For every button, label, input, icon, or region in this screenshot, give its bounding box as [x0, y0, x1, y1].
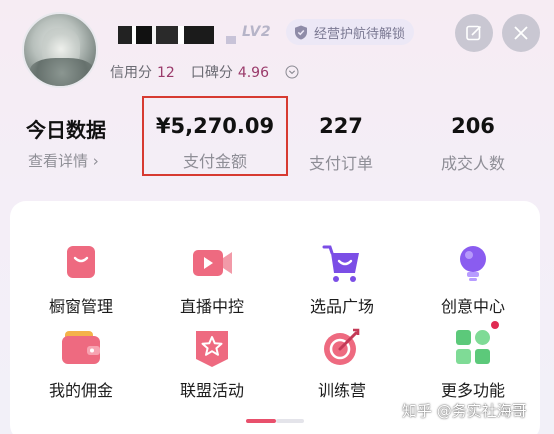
tool-label: 选品广场 [309, 297, 374, 316]
shop-window-icon [59, 241, 103, 285]
close-icon [514, 26, 528, 40]
avatar[interactable] [22, 12, 98, 88]
tool-training-camp[interactable]: 训练营 [277, 325, 407, 401]
tool-alliance-activity[interactable]: 联盟活动 [147, 325, 277, 401]
stat-value: ¥5,270.09 [155, 114, 275, 138]
level-badge: LV2 [242, 24, 272, 40]
live-video-icon [190, 241, 234, 285]
tool-shop-window[interactable]: 橱窗管理 [16, 241, 146, 317]
credit-score[interactable]: 信用分 12 [110, 62, 175, 82]
stat-label: 支付金额 [182, 152, 247, 171]
tool-more-features[interactable]: 更多功能 [408, 321, 538, 401]
score-row: 信用分 12 口碑分 4.96 [110, 62, 299, 82]
guard-badge-label: 经营护航待解锁 [314, 26, 406, 42]
shield-icon [295, 25, 307, 39]
shopping-cart-icon [320, 241, 364, 285]
stat-buyers[interactable]: 206 成交人数 [430, 114, 516, 174]
guard-badge[interactable]: 经营护航待解锁 [286, 19, 414, 45]
lightbulb-icon [451, 241, 495, 285]
tool-label: 联盟活动 [179, 381, 244, 400]
stat-value: 206 [451, 114, 495, 138]
tool-label: 我的佣金 [48, 381, 113, 400]
stat-paid-orders[interactable]: 227 支付订单 [296, 114, 386, 174]
credit-value: 12 [157, 65, 175, 81]
page-indicator [246, 419, 304, 423]
grid-apps-icon [451, 321, 499, 369]
tool-label: 橱窗管理 [48, 297, 113, 316]
today-data-title: 今日数据 [26, 118, 106, 142]
tool-my-commission[interactable]: 我的佣金 [16, 325, 146, 401]
page-indicator-inactive [276, 419, 304, 423]
notification-dot [491, 321, 499, 329]
wallet-icon [59, 325, 103, 369]
credit-label: 信用分 [110, 65, 152, 81]
reputation-label: 口碑分 [190, 65, 233, 81]
stat-value: 227 [319, 114, 363, 138]
edit-icon [466, 25, 482, 41]
avatar-blur [30, 58, 94, 86]
stat-label: 支付订单 [308, 154, 373, 173]
reputation-value: 4.96 [237, 65, 269, 81]
reputation-score[interactable]: 口碑分 4.96 [191, 62, 269, 82]
edit-button[interactable] [455, 14, 493, 52]
close-button[interactable] [502, 14, 540, 52]
tool-label: 直播中控 [179, 297, 244, 316]
tool-product-square[interactable]: 选品广场 [277, 241, 407, 317]
view-details-link[interactable]: 查看详情 › [28, 150, 99, 171]
stat-payment-amount[interactable]: ¥5,270.09 支付金额 [142, 96, 288, 176]
tool-creative-center[interactable]: 创意中心 [408, 241, 538, 317]
username-redacted-tail [226, 36, 236, 44]
tool-label: 更多功能 [440, 381, 505, 400]
page-indicator-active [246, 419, 276, 423]
tool-label: 创意中心 [440, 297, 505, 316]
target-icon [320, 325, 364, 369]
star-badge-icon [190, 325, 234, 369]
tool-label: 训练营 [317, 381, 366, 400]
stat-label: 成交人数 [440, 154, 505, 173]
watermark: 知乎 @务实社海哥 [402, 402, 527, 420]
username-redacted [118, 26, 214, 44]
tool-live-control[interactable]: 直播中控 [147, 241, 277, 317]
chevron-down-icon[interactable] [285, 65, 299, 79]
